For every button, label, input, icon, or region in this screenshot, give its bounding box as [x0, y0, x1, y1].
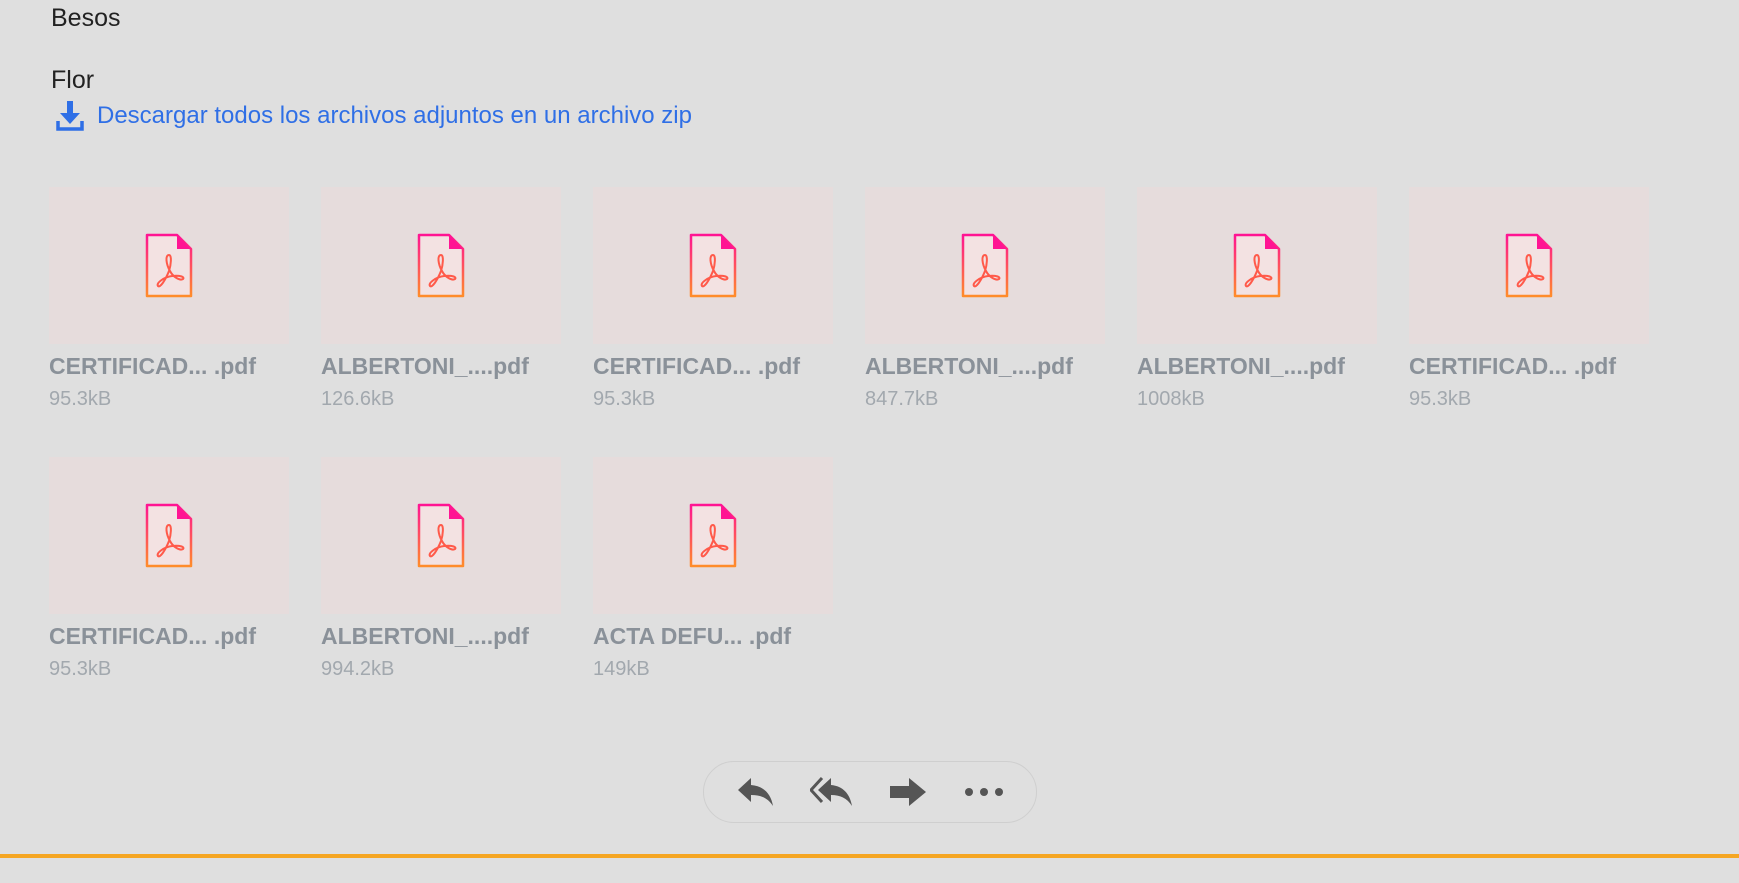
- attachment-thumbnail[interactable]: [49, 187, 289, 344]
- message-line: Besos: [51, 4, 121, 32]
- download-icon: [55, 100, 85, 132]
- attachment-size: 95.3kB: [1409, 388, 1472, 410]
- attachment-thumbnail[interactable]: [49, 457, 289, 614]
- attachment-thumbnail[interactable]: [593, 457, 833, 614]
- attachment-name[interactable]: ALBERTONI_....pdf: [321, 350, 561, 382]
- attachment-thumbnail[interactable]: [1409, 187, 1649, 344]
- reply-icon: [737, 776, 775, 808]
- attachment-thumbnail[interactable]: [321, 457, 561, 614]
- attachment-item[interactable]: ALBERTONI_....pdf 126.6kB: [321, 187, 561, 413]
- attachment-size: 149kB: [593, 658, 650, 680]
- attachment-name[interactable]: CERTIFICAD... .pdf: [1409, 350, 1649, 382]
- attachment-size: 126.6kB: [321, 388, 395, 410]
- attachment-item[interactable]: ALBERTONI_....pdf 1008kB: [1137, 187, 1377, 413]
- attachment-size: 1008kB: [1137, 388, 1205, 410]
- download-all-zip-link[interactable]: Descargar todos los archivos adjuntos en…: [55, 100, 692, 132]
- pdf-file-icon: [960, 233, 1010, 299]
- message-actions-bar: [703, 761, 1037, 823]
- attachment-size: 994.2kB: [321, 658, 395, 680]
- pdf-file-icon: [144, 233, 194, 299]
- attachment-item[interactable]: ALBERTONI_....pdf 994.2kB: [321, 457, 561, 683]
- attachment-item[interactable]: CERTIFICAD... .pdf 95.3kB: [49, 187, 289, 413]
- more-icon: [964, 787, 1004, 797]
- attachment-size: 847.7kB: [865, 388, 939, 410]
- attachment-item[interactable]: ACTA DEFU... .pdf 149kB: [593, 457, 833, 683]
- attachment-name[interactable]: ALBERTONI_....pdf: [865, 350, 1105, 382]
- attachment-item[interactable]: ALBERTONI_....pdf 847.7kB: [865, 187, 1105, 413]
- download-all-label: Descargar todos los archivos adjuntos en…: [97, 102, 692, 129]
- attachment-thumbnail[interactable]: [593, 187, 833, 344]
- attachment-name[interactable]: ALBERTONI_....pdf: [321, 620, 561, 652]
- attachment-item[interactable]: CERTIFICAD... .pdf 95.3kB: [49, 457, 289, 683]
- pdf-file-icon: [1504, 233, 1554, 299]
- attachment-name[interactable]: CERTIFICAD... .pdf: [49, 350, 289, 382]
- attachment-size: 95.3kB: [49, 658, 112, 680]
- attachment-size: 95.3kB: [49, 388, 112, 410]
- forward-icon: [889, 777, 927, 807]
- attachment-name[interactable]: ACTA DEFU... .pdf: [593, 620, 833, 652]
- attachment-name[interactable]: ALBERTONI_....pdf: [1137, 350, 1377, 382]
- pdf-file-icon: [416, 233, 466, 299]
- attachment-item[interactable]: CERTIFICAD... .pdf 95.3kB: [1409, 187, 1649, 413]
- attachment-name[interactable]: CERTIFICAD... .pdf: [49, 620, 289, 652]
- attachment-thumbnail[interactable]: [1137, 187, 1377, 344]
- pdf-file-icon: [688, 233, 738, 299]
- attachment-list: CERTIFICAD... .pdf 95.3kB ALBERTONI_....pd…: [49, 187, 1669, 683]
- message-signature: Flor: [51, 66, 95, 94]
- attachment-thumbnail[interactable]: [321, 187, 561, 344]
- reply-button[interactable]: [728, 770, 784, 814]
- pdf-file-icon: [688, 503, 738, 569]
- attachment-thumbnail[interactable]: [865, 187, 1105, 344]
- pdf-file-icon: [1232, 233, 1282, 299]
- pdf-file-icon: [144, 503, 194, 569]
- attachment-size: 95.3kB: [593, 388, 656, 410]
- reply-all-button[interactable]: [804, 770, 860, 814]
- bottom-accent-bar: [0, 854, 1739, 858]
- attachment-item[interactable]: CERTIFICAD... .pdf 95.3kB: [593, 187, 833, 413]
- more-options-button[interactable]: [956, 770, 1012, 814]
- forward-button[interactable]: [880, 770, 936, 814]
- attachment-name[interactable]: CERTIFICAD... .pdf: [593, 350, 833, 382]
- reply-all-icon: [810, 776, 854, 808]
- pdf-file-icon: [416, 503, 466, 569]
